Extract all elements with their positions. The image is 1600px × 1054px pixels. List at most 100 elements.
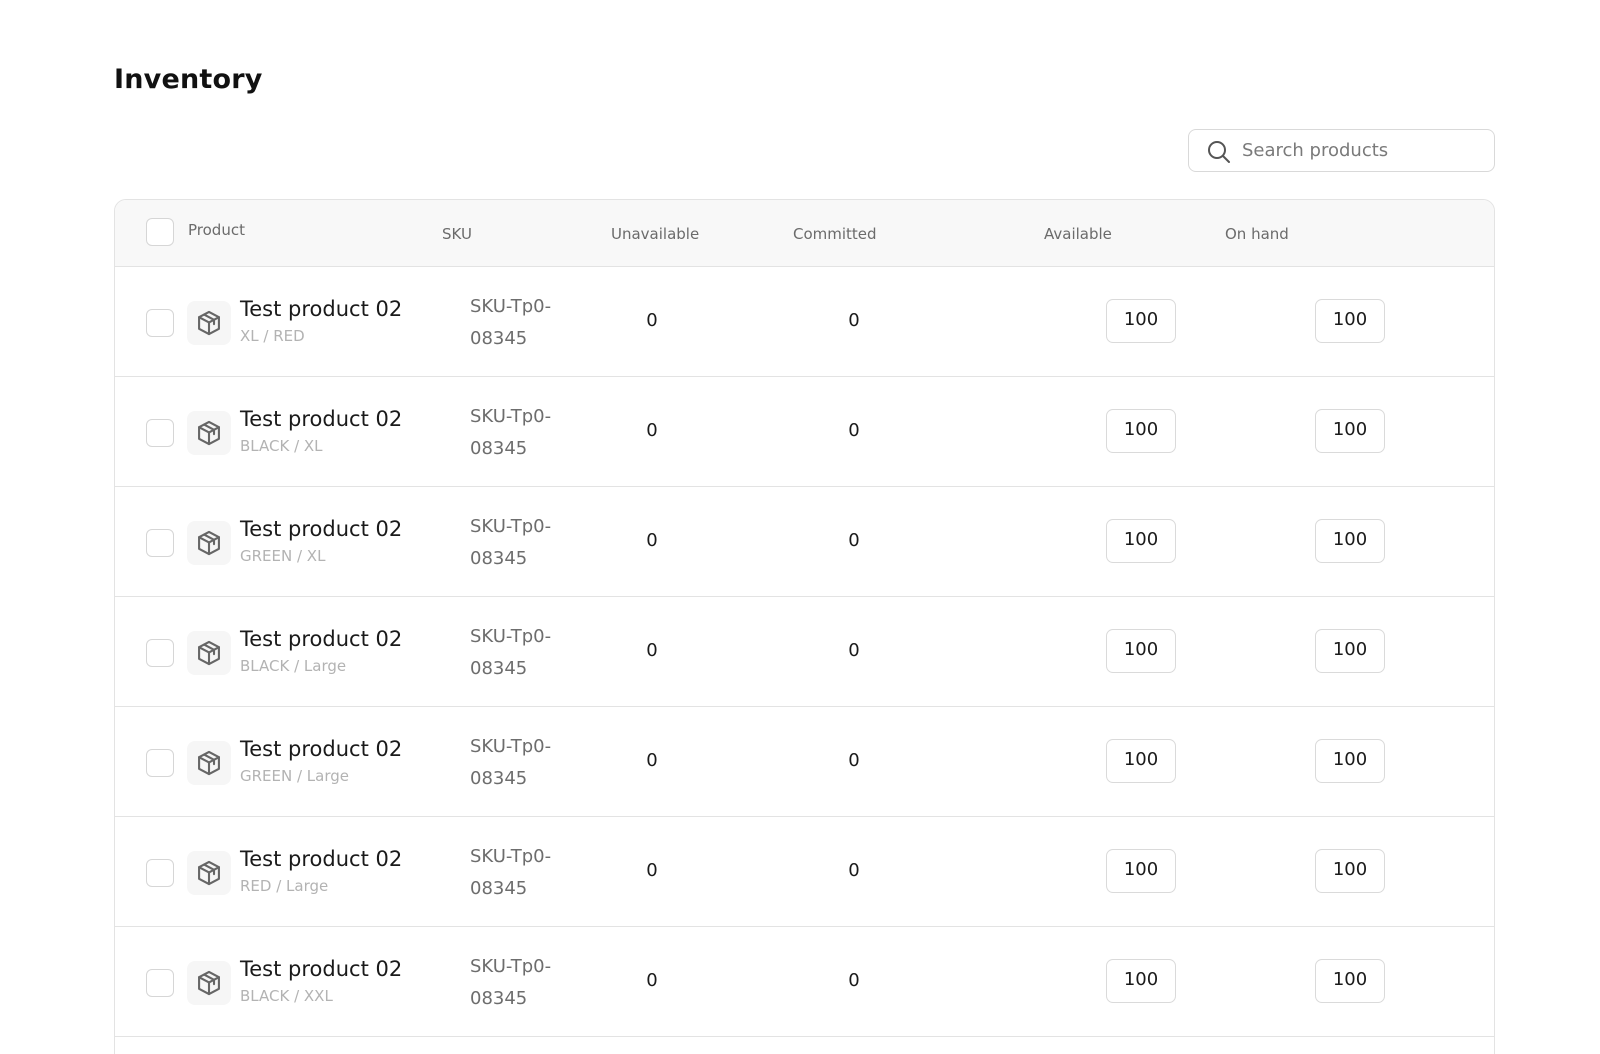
product-variant: RED / Large — [240, 877, 329, 895]
on-hand-input[interactable]: 100 — [1315, 519, 1385, 563]
package-icon — [198, 860, 220, 886]
sku-line-2: 08345 — [470, 438, 528, 459]
product-thumbnail — [187, 741, 231, 785]
unavailable-value: 0 — [646, 860, 658, 881]
product-variant: GREEN / Large — [240, 767, 350, 785]
committed-value: 0 — [848, 750, 860, 771]
sku-line-1: SKU-Tp0- — [470, 296, 552, 317]
product-name[interactable]: Test product 02 — [240, 737, 402, 761]
available-input[interactable]: 100 — [1106, 959, 1176, 1003]
unavailable-value: 0 — [646, 640, 658, 661]
sku-value: SKU-Tp0- 08345 — [470, 731, 590, 795]
product-variant: GREEN / XL — [240, 547, 326, 565]
header-available[interactable]: Available — [1044, 225, 1112, 243]
product-thumbnail — [187, 851, 231, 895]
product-name[interactable]: Test product 02 — [240, 407, 402, 431]
header-on-hand[interactable]: On hand — [1225, 225, 1289, 243]
sku-line-1: SKU-Tp0- — [470, 626, 552, 647]
row-checkbox[interactable] — [146, 969, 174, 997]
select-all-checkbox[interactable] — [146, 218, 174, 246]
table-row[interactable]: Test product 02 GREEN / Large SKU-Tp0- 0… — [115, 707, 1494, 817]
product-variant: BLACK / XXL — [240, 987, 333, 1005]
product-thumbnail — [187, 301, 231, 345]
search-input[interactable] — [1242, 131, 1482, 170]
package-icon — [198, 970, 220, 996]
available-input[interactable]: 100 — [1106, 849, 1176, 893]
header-committed[interactable]: Committed — [793, 225, 877, 243]
row-checkbox[interactable] — [146, 309, 174, 337]
sku-value: SKU-Tp0- 08345 — [470, 951, 590, 1015]
committed-value: 0 — [848, 860, 860, 881]
product-variant: BLACK / Large — [240, 657, 347, 675]
row-checkbox[interactable] — [146, 419, 174, 447]
unavailable-value: 0 — [646, 310, 658, 331]
on-hand-input[interactable]: 100 — [1315, 409, 1385, 453]
inventory-page: Inventory Product SKU Unavailable Commit… — [0, 0, 1600, 1054]
search-icon — [1208, 141, 1230, 163]
sku-line-2: 08345 — [470, 328, 528, 349]
on-hand-input[interactable]: 100 — [1315, 849, 1385, 893]
on-hand-input[interactable]: 100 — [1315, 629, 1385, 673]
product-name[interactable]: Test product 02 — [240, 957, 402, 981]
package-icon — [198, 310, 220, 336]
table-row[interactable]: Test product 02 BLACK / XXL SKU-Tp0- 083… — [115, 927, 1494, 1037]
row-checkbox[interactable] — [146, 529, 174, 557]
header-sku[interactable]: SKU — [442, 225, 472, 243]
committed-value: 0 — [848, 970, 860, 991]
sku-line-1: SKU-Tp0- — [470, 846, 552, 867]
unavailable-value: 0 — [646, 420, 658, 441]
available-input[interactable]: 100 — [1106, 739, 1176, 783]
available-input[interactable]: 100 — [1106, 409, 1176, 453]
sku-line-2: 08345 — [470, 878, 528, 899]
package-icon — [198, 750, 220, 776]
sku-value: SKU-Tp0- 08345 — [470, 291, 590, 355]
table-row[interactable]: Test product 02 BLACK / XL SKU-Tp0- 0834… — [115, 377, 1494, 487]
sku-value: SKU-Tp0- 08345 — [470, 841, 590, 905]
on-hand-input[interactable]: 100 — [1315, 299, 1385, 343]
committed-value: 0 — [848, 640, 860, 661]
table-row[interactable]: Test product 02 RED / Large SKU-Tp0- 083… — [115, 817, 1494, 927]
row-checkbox[interactable] — [146, 639, 174, 667]
row-checkbox[interactable] — [146, 859, 174, 887]
table-row[interactable]: Test product 02 BLACK / Large SKU-Tp0- 0… — [115, 597, 1494, 707]
package-icon — [198, 530, 220, 556]
available-input[interactable]: 100 — [1106, 629, 1176, 673]
unavailable-value: 0 — [646, 530, 658, 551]
product-thumbnail — [187, 411, 231, 455]
package-icon — [198, 640, 220, 666]
committed-value: 0 — [848, 420, 860, 441]
sku-value: SKU-Tp0- 08345 — [470, 511, 590, 575]
available-input[interactable]: 100 — [1106, 299, 1176, 343]
product-name[interactable]: Test product 02 — [240, 847, 402, 871]
sku-line-2: 08345 — [470, 988, 528, 1009]
sku-line-1: SKU-Tp0- — [470, 956, 552, 977]
header-unavailable[interactable]: Unavailable — [611, 225, 699, 243]
on-hand-input[interactable]: 100 — [1315, 739, 1385, 783]
product-name[interactable]: Test product 02 — [240, 517, 402, 541]
sku-line-2: 08345 — [470, 658, 528, 679]
sku-value: SKU-Tp0- 08345 — [470, 621, 590, 685]
package-icon — [198, 420, 220, 446]
product-name[interactable]: Test product 02 — [240, 297, 402, 321]
product-variant: XL / RED — [240, 327, 305, 345]
table-header: Product SKU Unavailable Committed Availa… — [115, 200, 1494, 267]
header-product[interactable]: Product — [188, 221, 245, 239]
committed-value: 0 — [848, 530, 860, 551]
row-checkbox[interactable] — [146, 749, 174, 777]
inventory-table: Product SKU Unavailable Committed Availa… — [114, 199, 1495, 1054]
product-thumbnail — [187, 631, 231, 675]
table-row[interactable]: Test product 02 GREEN / XL SKU-Tp0- 0834… — [115, 487, 1494, 597]
table-row[interactable]: Test product 02 XL / RED SKU-Tp0- 08345 … — [115, 267, 1494, 377]
product-thumbnail — [187, 521, 231, 565]
product-variant: BLACK / XL — [240, 437, 323, 455]
unavailable-value: 0 — [646, 970, 658, 991]
sku-line-2: 08345 — [470, 548, 528, 569]
available-input[interactable]: 100 — [1106, 519, 1176, 563]
page-title: Inventory — [114, 64, 263, 95]
sku-line-1: SKU-Tp0- — [470, 516, 552, 537]
sku-line-2: 08345 — [470, 768, 528, 789]
product-thumbnail — [187, 961, 231, 1005]
on-hand-input[interactable]: 100 — [1315, 959, 1385, 1003]
product-name[interactable]: Test product 02 — [240, 627, 402, 651]
search-box[interactable] — [1188, 129, 1495, 172]
